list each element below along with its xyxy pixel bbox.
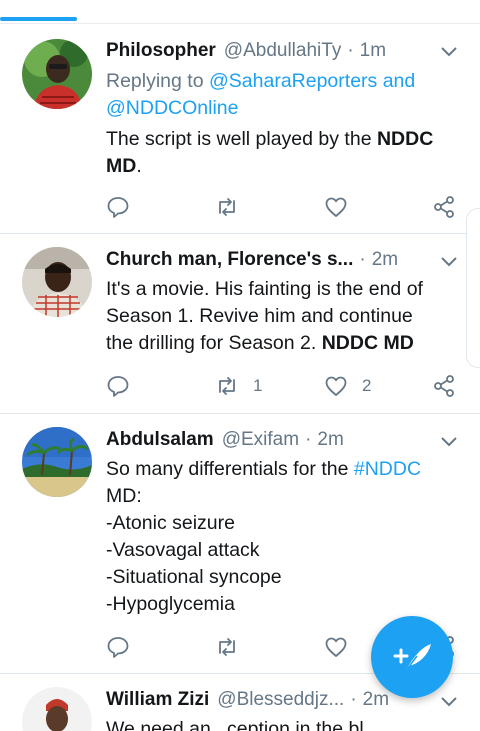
avatar-photo	[22, 247, 92, 317]
avatar[interactable]	[22, 247, 92, 317]
share-icon	[434, 375, 454, 397]
reply-icon	[107, 376, 129, 397]
bold-text: MD	[106, 155, 137, 177]
chevron-down-icon[interactable]	[440, 46, 458, 58]
timestamp: 2m	[362, 689, 390, 710]
reply-button[interactable]	[106, 192, 130, 222]
separator-dot: ·	[359, 249, 366, 270]
display-name[interactable]: Abdulsalam	[106, 429, 214, 451]
hashtag-link[interactable]: #NDDC	[354, 458, 421, 480]
mention-link[interactable]: @NDDCOnline	[106, 95, 456, 122]
tweet-1[interactable]: Philosopher @AbdullahiTy · 1m Replying t…	[0, 24, 480, 234]
text-line: It's a movie. His fainting is the end of	[106, 278, 423, 300]
timestamp: 2m	[371, 249, 399, 270]
tweet-text: So many differentials for the #NDDC MD: …	[106, 456, 456, 618]
text-segment: The script is well played by the	[106, 128, 377, 150]
like-button[interactable]: 2	[324, 371, 371, 401]
retweet-icon	[219, 638, 235, 656]
chevron-down-icon[interactable]	[440, 256, 458, 268]
reply-icon	[107, 197, 129, 218]
text-line: -Vasovagal attack	[106, 539, 260, 561]
retweet-count: 1	[253, 376, 263, 395]
tweet-actions	[0, 192, 480, 222]
reply-icon	[107, 637, 129, 658]
chevron-down-icon[interactable]	[440, 436, 458, 448]
chevron-down-icon[interactable]	[440, 696, 458, 708]
heart-icon	[325, 637, 347, 657]
separator-dot: ·	[305, 429, 312, 450]
avatar[interactable]	[22, 39, 92, 109]
bold-text: NDDC MD	[321, 332, 414, 354]
display-name[interactable]: Philosopher	[106, 40, 216, 62]
user-handle[interactable]: @Exifam	[222, 429, 299, 451]
scroll-edge-panel	[466, 208, 480, 368]
tweet-header: Philosopher @AbdullahiTy · 1m	[106, 38, 466, 64]
retweet-icon	[219, 377, 235, 395]
text-segment: the drilling for Season 2.	[106, 332, 322, 354]
reply-button[interactable]	[106, 371, 130, 401]
separator-dot: ·	[347, 40, 354, 61]
tweet-actions: 1 2	[0, 371, 480, 401]
replying-to-label: Replying to	[106, 70, 204, 92]
text-line: -Situational syncope	[106, 566, 282, 588]
retweet-button[interactable]	[215, 632, 253, 662]
text-segment: .	[136, 155, 142, 177]
tweet-header: Abdulsalam @Exifam · 2m	[106, 427, 466, 453]
like-count: 2	[362, 376, 372, 395]
text-segment: So many differentials for the	[106, 458, 354, 480]
reply-button[interactable]	[106, 632, 130, 662]
share-button[interactable]	[432, 192, 456, 222]
retweet-icon	[219, 198, 235, 216]
separator-dot: ·	[350, 689, 357, 710]
avatar-photo	[22, 687, 92, 731]
heart-icon	[325, 197, 347, 217]
timestamp: 1m	[359, 40, 387, 61]
share-icon	[434, 196, 454, 218]
avatar[interactable]	[22, 687, 92, 731]
user-handle[interactable]: @Blesseddjz...	[217, 689, 344, 711]
tweet-text: Replying to @SaharaReporters and @NDDCOn…	[106, 68, 456, 180]
text-line: MD:	[106, 485, 142, 507]
share-button[interactable]	[432, 371, 456, 401]
bold-text: NDDC	[376, 128, 434, 150]
like-button[interactable]	[324, 192, 362, 222]
text-line: We need an...ception in the bl...	[106, 718, 380, 731]
heart-icon	[325, 376, 347, 396]
top-tab-bar	[0, 0, 480, 24]
timestamp: 2m	[317, 429, 344, 450]
text-line: -Hypoglycemia	[106, 593, 235, 615]
retweet-button[interactable]	[215, 192, 253, 222]
avatar-photo	[22, 39, 92, 109]
tweet-2[interactable]: Church man, Florence's s... · 2m It's a …	[0, 234, 480, 414]
compose-tweet-button[interactable]	[371, 616, 453, 698]
display-name[interactable]: Church man, Florence's s...	[106, 249, 353, 271]
tweet-header: Church man, Florence's s... · 2m	[106, 247, 466, 273]
like-button[interactable]	[324, 632, 362, 662]
avatar[interactable]	[22, 427, 92, 497]
avatar-photo	[22, 427, 92, 497]
user-handle[interactable]: @AbdullahiTy	[224, 40, 342, 62]
tweet-text: It's a movie. His fainting is the end of…	[106, 276, 456, 357]
compose-tweet-icon	[393, 644, 431, 673]
text-line: -Atonic seizure	[106, 512, 235, 534]
mention-link[interactable]: @SaharaReporters and	[209, 70, 415, 92]
text-line: Season 1. Revive him and continue	[106, 305, 413, 327]
tweet-text: We need an...ception in the bl...	[106, 716, 456, 731]
active-tab-indicator	[0, 17, 77, 21]
display-name[interactable]: William Zizi	[106, 689, 209, 711]
retweet-button[interactable]: 1	[215, 371, 262, 401]
